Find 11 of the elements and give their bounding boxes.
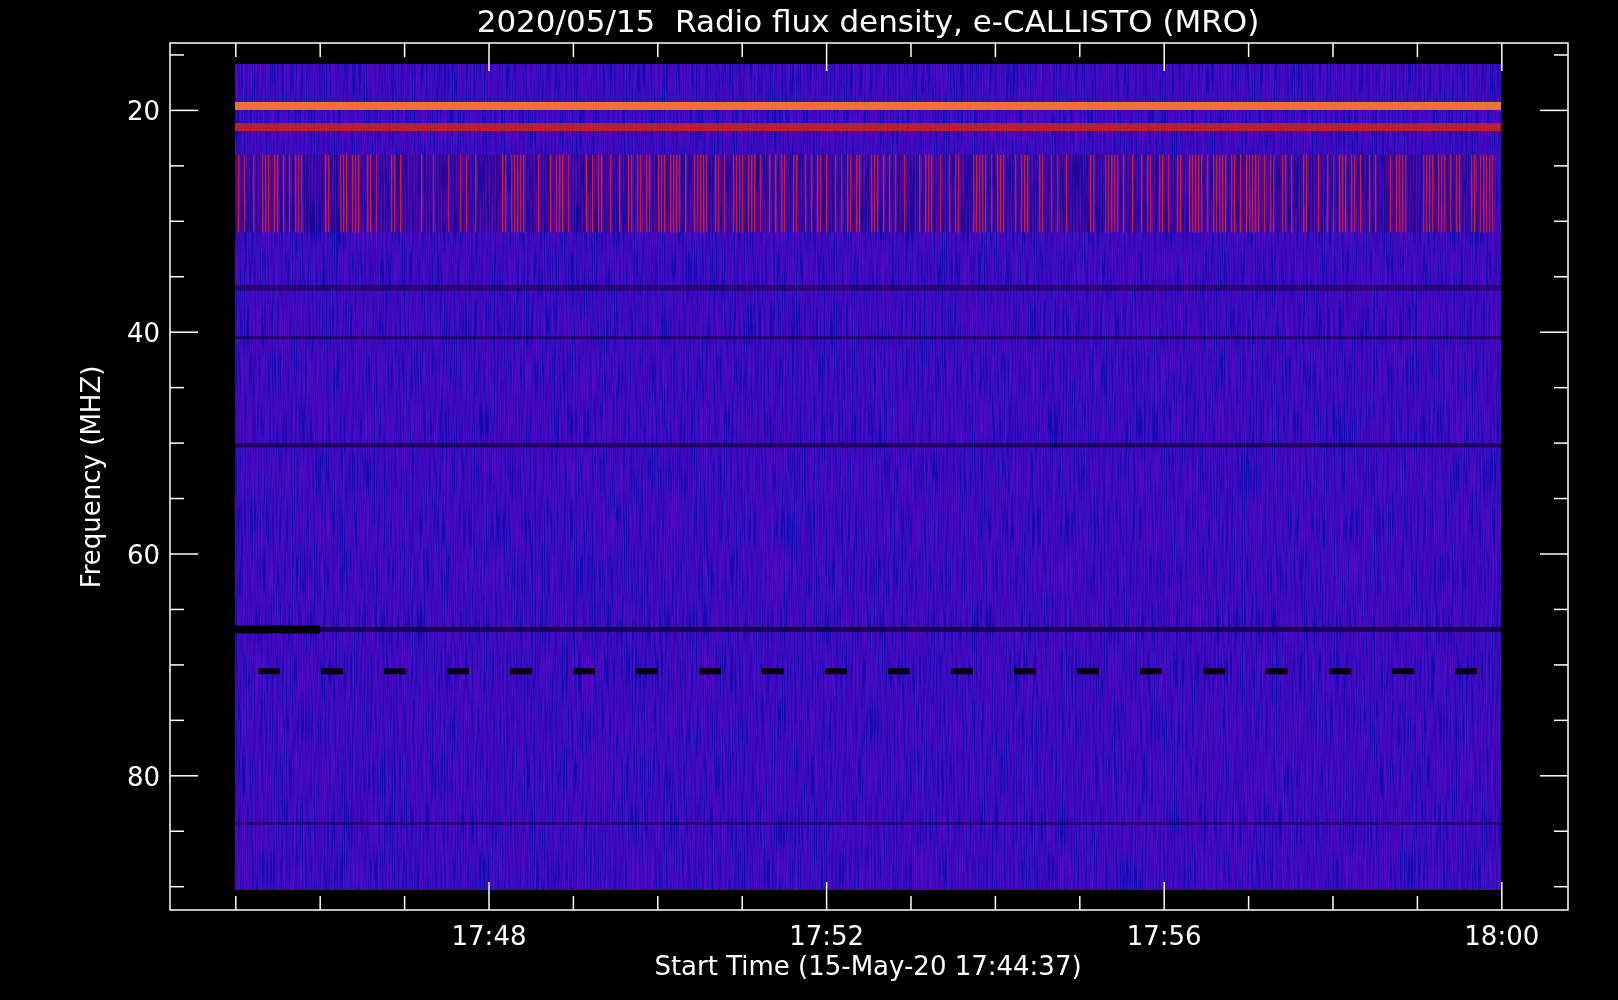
x-tick-label: 17:56 <box>1126 921 1202 951</box>
x-tick-label: 17:48 <box>451 921 527 951</box>
y-axis-label: Frequency (MHZ) <box>76 365 106 589</box>
y-tick-label: 60 <box>126 540 160 570</box>
y-tick-label: 20 <box>126 96 160 127</box>
chart-title: 2020/05/15 Radio flux density, e-CALLISTO (MRO) <box>476 3 1260 39</box>
x-tick-label: 18:00 <box>1464 921 1540 951</box>
y-tick-label: 80 <box>126 761 160 792</box>
y-tick-label: 40 <box>126 318 160 349</box>
x-tick-label: 17:52 <box>789 921 865 951</box>
x-axis-label: Start Time (15-May-20 17:44:37) <box>654 951 1082 981</box>
